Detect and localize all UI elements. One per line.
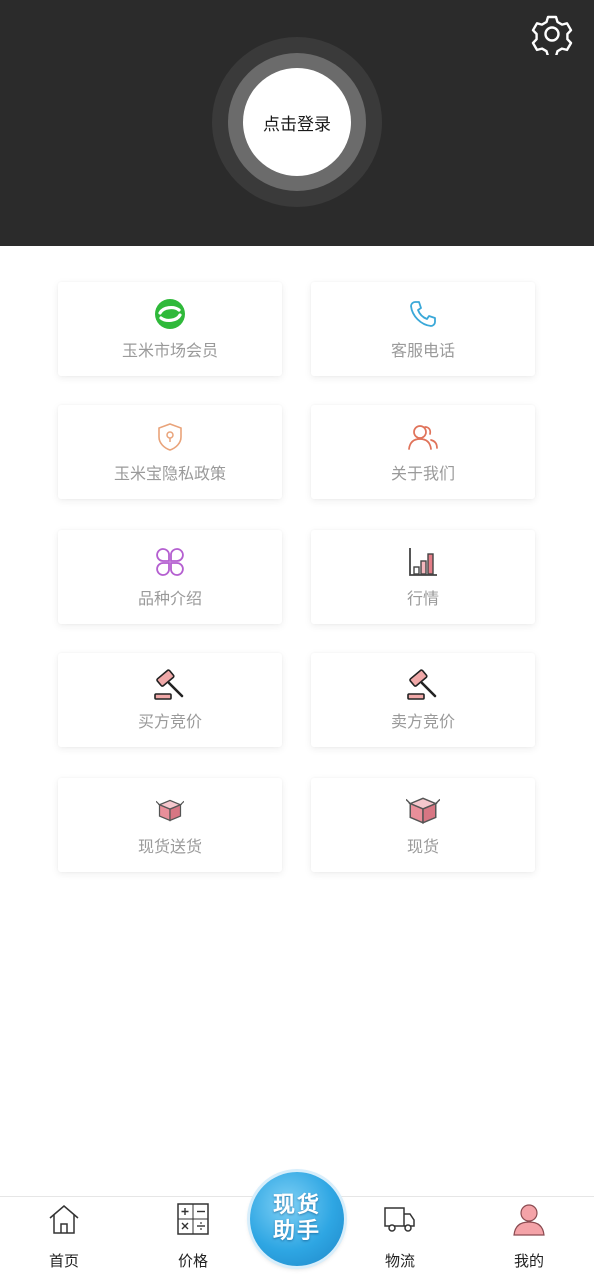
- home-icon: [49, 1205, 79, 1234]
- spot-assistant-line2: 助手: [272, 1219, 321, 1244]
- menu-card-market[interactable]: 行情: [311, 530, 535, 624]
- menu-card-variety[interactable]: 品种介绍: [58, 530, 282, 624]
- phone-icon: [406, 297, 440, 331]
- shield-icon: [153, 420, 187, 454]
- tab-label: 价格: [177, 1252, 208, 1270]
- login-button[interactable]: 点击登录: [243, 68, 351, 176]
- spot-assistant-line1: 现货: [272, 1193, 321, 1218]
- menu-label: 品种介绍: [137, 589, 202, 608]
- bar-chart-icon: [406, 545, 440, 579]
- profile-page: 点击登录 玉米市场会员 客服电话 玉米宝隐私政策 关于我们 品种介绍 行情 买方…: [0, 0, 594, 1280]
- user-icon: [513, 1204, 545, 1236]
- gavel-icon: [153, 668, 187, 702]
- tab-label: 首页: [48, 1252, 79, 1270]
- menu-card-spot[interactable]: 现货: [311, 778, 535, 872]
- box-icon: [153, 793, 187, 827]
- member-refresh-icon: [153, 297, 187, 331]
- menu-label: 客服电话: [390, 341, 455, 360]
- menu-card-seller-bid[interactable]: 卖方竞价: [311, 653, 535, 747]
- tab-mine[interactable]: 我的: [489, 1200, 569, 1272]
- menu-label: 买方竞价: [137, 712, 202, 731]
- gavel-icon: [406, 668, 440, 702]
- truck-icon: [384, 1207, 415, 1232]
- tab-label: 我的: [513, 1252, 544, 1270]
- spot-assistant-button[interactable]: 现货 助手: [250, 1172, 344, 1266]
- calculator-icon: [177, 1203, 209, 1235]
- tab-label: 物流: [384, 1252, 415, 1270]
- menu-label: 卖方竞价: [390, 712, 455, 731]
- menu-card-spot-delivery[interactable]: 现货送货: [58, 778, 282, 872]
- menu-label: 玉米市场会员: [121, 341, 218, 360]
- menu-label: 现货送货: [137, 837, 202, 856]
- menu-card-member[interactable]: 玉米市场会员: [58, 282, 282, 376]
- clover-icon: [153, 545, 187, 579]
- menu-card-buyer-bid[interactable]: 买方竞价: [58, 653, 282, 747]
- menu-label: 行情: [406, 589, 439, 608]
- people-icon: [406, 420, 440, 454]
- menu-card-privacy[interactable]: 玉米宝隐私政策: [58, 405, 282, 499]
- login-label: 点击登录: [263, 114, 331, 135]
- settings-button[interactable]: [531, 13, 573, 58]
- menu-card-about[interactable]: 关于我们: [311, 405, 535, 499]
- menu-label: 玉米宝隐私政策: [113, 464, 226, 483]
- tab-price[interactable]: 价格: [153, 1200, 233, 1272]
- box-icon: [406, 793, 440, 827]
- menu-label: 关于我们: [390, 464, 455, 483]
- tab-logistics[interactable]: 物流: [360, 1200, 440, 1272]
- tab-home[interactable]: 首页: [24, 1200, 104, 1272]
- gear-icon: [531, 15, 573, 58]
- menu-label: 现货: [406, 837, 439, 856]
- menu-card-service-phone[interactable]: 客服电话: [311, 282, 535, 376]
